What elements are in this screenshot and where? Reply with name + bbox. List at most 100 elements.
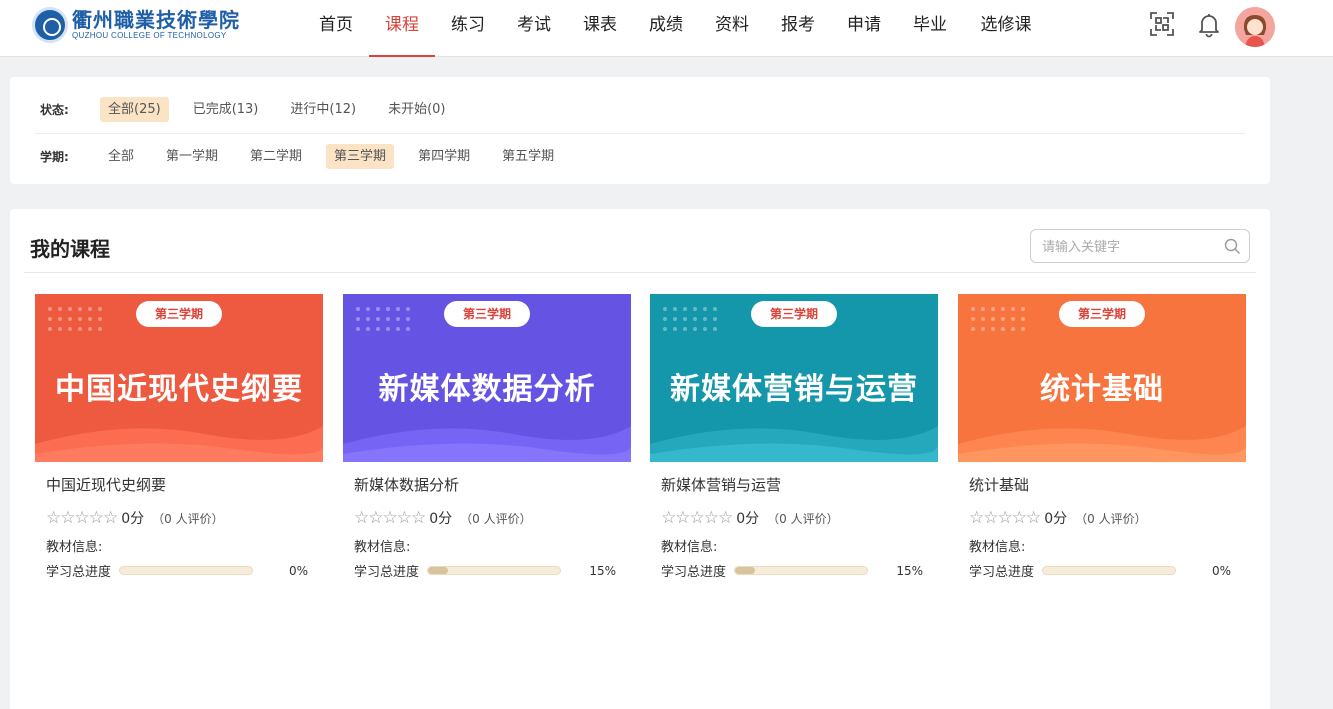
term-filter-1[interactable]: 第一学期 (158, 144, 226, 169)
rating-count: （0 人评价） (460, 511, 532, 526)
progress-label: 学习总进度 (661, 565, 727, 580)
progress-bar (734, 566, 869, 575)
nav-electives[interactable]: 选修课 (963, 0, 1049, 57)
rating-count: （0 人评价） (152, 511, 224, 526)
progress-row: 学习总进度 0% (46, 561, 316, 581)
nav-home[interactable]: 首页 (303, 0, 369, 57)
course-search-box (1030, 229, 1250, 263)
search-icon[interactable] (1224, 238, 1241, 255)
material-info: 教材信息: (661, 540, 718, 555)
status-filter-in-progress[interactable]: 进行中(12) (282, 97, 364, 122)
rating-stars-icon: ☆☆☆☆☆ (661, 508, 733, 528)
logo-chinese-name: 衢州職業技術學院 (72, 8, 240, 32)
page-title: 我的课程 (30, 237, 110, 261)
progress-bar (119, 566, 254, 575)
course-rating: ☆☆☆☆☆ 0分 （0 人评价） (354, 508, 532, 528)
status-filter-completed[interactable]: 已完成(13) (185, 97, 267, 122)
material-info: 教材信息: (46, 540, 103, 555)
term-badge: 第三学期 (1059, 301, 1145, 327)
course-cover[interactable]: 第三学期 新媒体数据分析 (343, 294, 631, 462)
rating-stars-icon: ☆☆☆☆☆ (46, 508, 118, 528)
page-gutter (1270, 57, 1333, 709)
term-badge: 第三学期 (444, 301, 530, 327)
rating-stars-icon: ☆☆☆☆☆ (354, 508, 426, 528)
my-courses-panel: 我的课程 第三学期 中国近现代史纲要 中国近现代史纲要 ☆☆☆☆☆ 0分 （0 … (10, 209, 1270, 709)
college-logo[interactable]: 衢州職業技術學院 QUZHOU COLLEGE OF TECHNOLOGY (32, 7, 240, 43)
progress-label: 学习总进度 (46, 565, 112, 580)
nav-graduation[interactable]: 毕业 (897, 0, 963, 57)
bell-icon[interactable] (1195, 10, 1223, 38)
nav-exams[interactable]: 考试 (501, 0, 567, 57)
term-filter-4[interactable]: 第四学期 (410, 144, 478, 169)
progress-row: 学习总进度 0% (969, 561, 1239, 581)
search-input[interactable] (1042, 237, 1212, 257)
status-filter-not-started[interactable]: 未开始(0) (380, 97, 453, 122)
term-filter-2[interactable]: 第二学期 (242, 144, 310, 169)
progress-value: 0% (1211, 563, 1231, 578)
course-cover[interactable]: 第三学期 统计基础 (958, 294, 1246, 462)
user-avatar[interactable] (1235, 7, 1275, 47)
cover-dots-decoration (48, 307, 102, 331)
progress-value: 15% (896, 563, 923, 578)
nav-applications[interactable]: 申请 (831, 0, 897, 57)
progress-row: 学习总进度 15% (661, 561, 931, 581)
course-name[interactable]: 新媒体营销与运营 (661, 474, 781, 495)
nav-practice[interactable]: 练习 (435, 0, 501, 57)
progress-fill (428, 567, 448, 574)
top-header: 衢州職業技術學院 QUZHOU COLLEGE OF TECHNOLOGY 首页… (0, 0, 1333, 57)
rating-count: （0 人评价） (767, 511, 839, 526)
status-filter-label: 状态: (40, 103, 69, 117)
cover-title: 新媒体数据分析 (378, 372, 596, 407)
term-badge: 第三学期 (751, 301, 837, 327)
rating-score: 0分 (736, 511, 760, 527)
course-name[interactable]: 中国近现代史纲要 (46, 474, 166, 495)
course-name[interactable]: 统计基础 (969, 474, 1029, 495)
status-filter-all[interactable]: 全部(25) (100, 97, 169, 122)
progress-label: 学习总进度 (354, 565, 420, 580)
progress-value: 15% (589, 563, 616, 578)
course-cover[interactable]: 第三学期 中国近现代史纲要 (35, 294, 323, 462)
rating-count: （0 人评价） (1075, 511, 1147, 526)
term-filter-3[interactable]: 第三学期 (326, 144, 395, 169)
cover-dots-decoration (356, 307, 410, 331)
course-rating: ☆☆☆☆☆ 0分 （0 人评价） (969, 508, 1147, 528)
progress-bar (1042, 566, 1177, 575)
course-card[interactable]: 第三学期 统计基础 统计基础 ☆☆☆☆☆ 0分 （0 人评价） 教材信息: 学习… (958, 294, 1246, 594)
rating-score: 0分 (121, 511, 145, 527)
nav-timetable[interactable]: 课表 (567, 0, 633, 57)
term-filter-label: 学期: (40, 150, 69, 164)
user-avatar-icon (1235, 7, 1275, 47)
rating-stars-icon: ☆☆☆☆☆ (969, 508, 1041, 528)
course-card[interactable]: 第三学期 中国近现代史纲要 中国近现代史纲要 ☆☆☆☆☆ 0分 （0 人评价） … (35, 294, 323, 594)
term-filter-5[interactable]: 第五学期 (494, 144, 562, 169)
course-rating: ☆☆☆☆☆ 0分 （0 人评价） (46, 508, 224, 528)
cover-title: 中国近现代史纲要 (55, 372, 303, 407)
course-rating: ☆☆☆☆☆ 0分 （0 人评价） (661, 508, 839, 528)
material-info: 教材信息: (354, 540, 411, 555)
nav-courses[interactable]: 课程 (369, 0, 435, 57)
status-filter-row: 状态: 全部(25) 已完成(13) 进行中(12) 未开始(0) (40, 97, 469, 122)
cover-dots-decoration (971, 307, 1025, 331)
term-filter-all[interactable]: 全部 (100, 144, 142, 169)
logo-text: 衢州職業技術學院 QUZHOU COLLEGE OF TECHNOLOGY (72, 9, 240, 41)
title-divider (24, 272, 1256, 273)
nav-materials[interactable]: 资料 (699, 0, 765, 57)
course-cover[interactable]: 第三学期 新媒体营销与运营 (650, 294, 938, 462)
course-card[interactable]: 第三学期 新媒体营销与运营 新媒体营销与运营 ☆☆☆☆☆ 0分 （0 人评价） … (650, 294, 938, 594)
nav-grades[interactable]: 成绩 (633, 0, 699, 57)
nav-registration[interactable]: 报考 (765, 0, 831, 57)
cover-title: 统计基础 (1040, 372, 1164, 407)
filter-divider (35, 133, 1245, 134)
course-card[interactable]: 第三学期 新媒体数据分析 新媒体数据分析 ☆☆☆☆☆ 0分 （0 人评价） 教材… (343, 294, 631, 594)
main-nav: 首页 课程 练习 考试 课表 成绩 资料 报考 申请 毕业 选修课 (303, 0, 1049, 57)
progress-bar (427, 566, 562, 575)
course-filter-panel: 状态: 全部(25) 已完成(13) 进行中(12) 未开始(0) 学期: 全部… (10, 77, 1270, 184)
cover-dots-decoration (663, 307, 717, 331)
progress-row: 学习总进度 15% (354, 561, 624, 581)
logo-english-name: QUZHOU COLLEGE OF TECHNOLOGY (72, 31, 227, 40)
rating-score: 0分 (429, 511, 453, 527)
material-info: 教材信息: (969, 540, 1026, 555)
rating-score: 0分 (1044, 511, 1068, 527)
course-name[interactable]: 新媒体数据分析 (354, 474, 459, 495)
scan-icon[interactable] (1148, 10, 1176, 38)
